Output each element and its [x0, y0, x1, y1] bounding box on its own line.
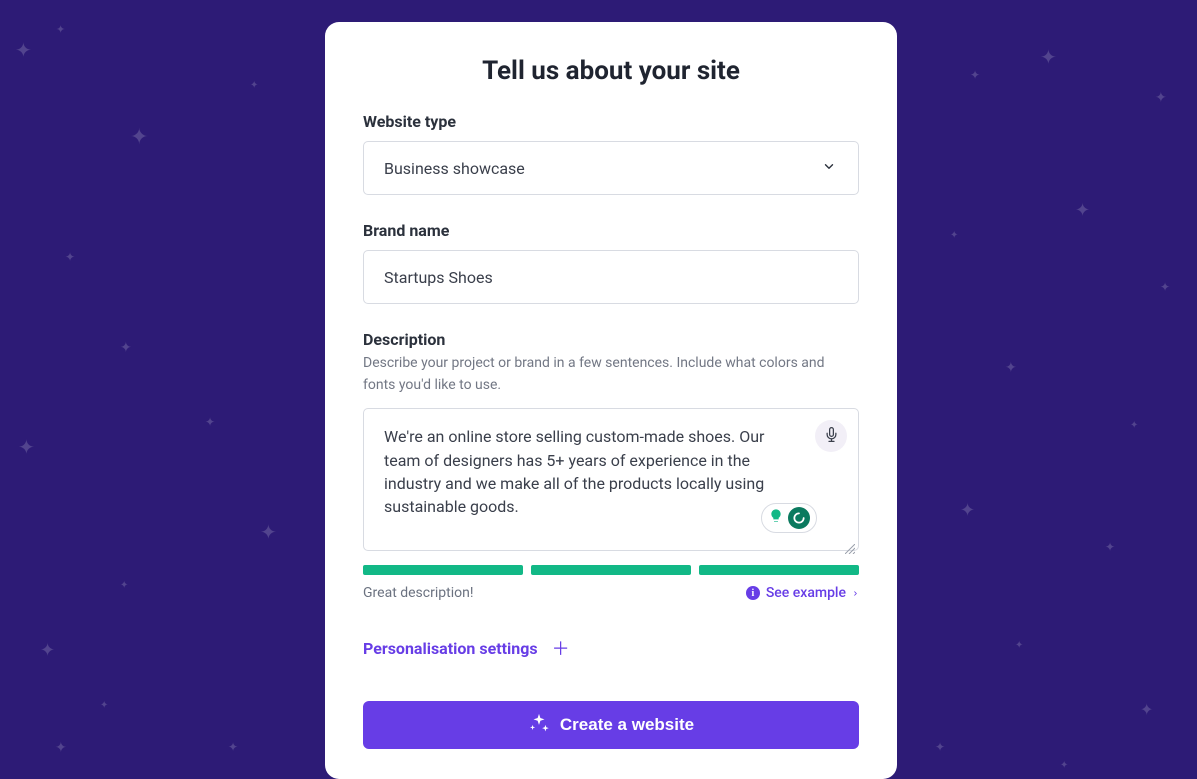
description-strength-meter — [363, 565, 859, 575]
microphone-icon — [824, 427, 839, 446]
brand-name-label: Brand name — [363, 221, 859, 240]
strength-bar — [531, 565, 691, 575]
onboarding-card: Tell us about your site Website type Bus… — [325, 22, 897, 779]
see-example-link[interactable]: i See example — [746, 585, 859, 601]
description-field: Description Describe your project or bra… — [363, 330, 859, 601]
lightbulb-icon — [768, 508, 784, 528]
create-button-label: Create a website — [560, 715, 694, 735]
chevron-right-icon — [852, 588, 859, 599]
create-website-button[interactable]: Create a website — [363, 701, 859, 749]
website-type-label: Website type — [363, 112, 859, 131]
sparkle-icon — [528, 712, 550, 739]
info-icon: i — [746, 586, 760, 600]
description-hint: Describe your project or brand in a few … — [363, 353, 859, 396]
page-title: Tell us about your site — [363, 56, 859, 86]
personalisation-toggle[interactable]: Personalisation settings ＋ — [363, 635, 859, 661]
strength-bar — [699, 565, 859, 575]
strength-bar — [363, 565, 523, 575]
brand-name-input[interactable] — [363, 250, 859, 304]
personalisation-label: Personalisation settings — [363, 639, 538, 658]
grammarly-widget[interactable] — [761, 503, 817, 533]
chevron-down-icon — [822, 159, 836, 178]
plus-icon: ＋ — [552, 635, 570, 661]
website-type-value: Business showcase — [384, 159, 525, 178]
description-feedback: Great description! — [363, 585, 473, 601]
brand-name-field: Brand name — [363, 221, 859, 304]
grammarly-icon — [788, 507, 810, 529]
see-example-label: See example — [766, 585, 846, 601]
website-type-select[interactable]: Business showcase — [363, 141, 859, 195]
website-type-field: Website type Business showcase — [363, 112, 859, 195]
description-label: Description — [363, 330, 859, 349]
